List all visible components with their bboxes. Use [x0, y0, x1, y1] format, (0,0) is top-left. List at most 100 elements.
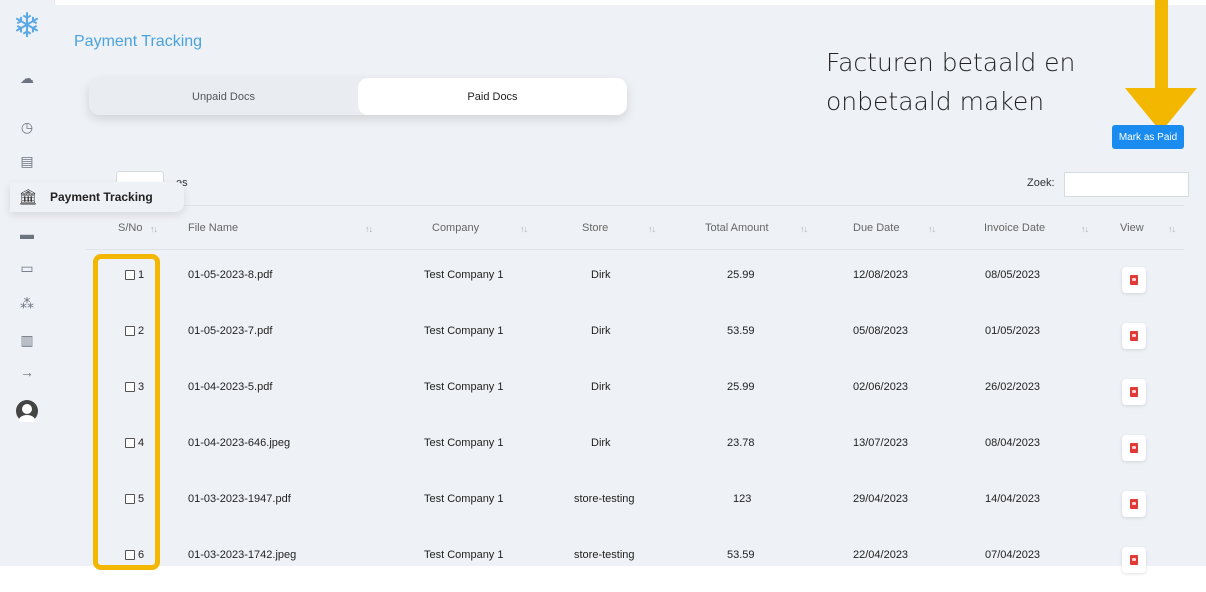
row-store: Dirk: [591, 381, 611, 393]
sort-icon[interactable]: ↑↓: [648, 224, 656, 234]
row-store: Dirk: [591, 437, 611, 449]
page-title: Payment Tracking: [74, 33, 203, 50]
main-content: Payment Tracking Unpaid Docs Paid Docs F…: [54, 0, 1206, 573]
table-row: 3 01-04-2023-5.pdf Test Company 1 Dirk 2…: [54, 368, 1206, 424]
sidebar-item-payment-tracking[interactable]: 🏛 Payment Tracking: [10, 182, 184, 212]
table-header-border: [86, 249, 1184, 250]
row-total-amount: 53.59: [727, 325, 755, 337]
row-sno: 1: [138, 269, 145, 281]
clock-icon[interactable]: ◷: [17, 117, 37, 137]
annotation-line: onbetaald maken: [826, 87, 1045, 116]
row-company: Test Company 1: [424, 493, 504, 505]
row-file-name: 01-03-2023-1742.jpeg: [188, 549, 297, 561]
row-sno: 4: [138, 437, 145, 449]
row-due-date: 02/06/2023: [853, 381, 909, 393]
row-company: Test Company 1: [424, 549, 504, 561]
tab-paid-docs[interactable]: Paid Docs: [358, 78, 627, 115]
annotation-line: Facturen betaald en: [826, 48, 1076, 77]
column-header-invoice-date[interactable]: Invoice Date: [984, 222, 1045, 234]
arrow-right-icon[interactable]: →: [17, 362, 37, 382]
column-header-sno[interactable]: S/No: [118, 222, 142, 234]
annotation-text: Facturen betaald en onbetaald maken: [826, 43, 1075, 121]
row-file-name: 01-04-2023-5.pdf: [188, 381, 273, 393]
document-icon[interactable]: ▤: [17, 151, 37, 171]
view-pdf-button[interactable]: [1122, 435, 1146, 461]
annotation-arrow: [1155, 0, 1168, 88]
table-row: 4 01-04-2023-646.jpeg Test Company 1 Dir…: [54, 424, 1206, 480]
column-header-view[interactable]: View: [1120, 222, 1144, 234]
view-pdf-button[interactable]: [1122, 323, 1146, 349]
row-invoice-date: 26/02/2023: [985, 381, 1041, 393]
sort-icon[interactable]: ↑↓: [800, 224, 808, 234]
view-pdf-button[interactable]: [1122, 267, 1146, 293]
column-header-due-date[interactable]: Due Date: [853, 222, 899, 234]
row-checkbox[interactable]: [125, 494, 135, 504]
sort-icon[interactable]: ↑↓: [928, 224, 936, 234]
search-label: Zoek:: [1027, 177, 1055, 189]
bank-icon: 🏛: [18, 189, 38, 206]
row-due-date: 29/04/2023: [853, 493, 909, 505]
row-total-amount: 123: [733, 493, 752, 505]
sort-icon[interactable]: ↑↓: [1081, 224, 1089, 234]
tabs: Unpaid Docs Paid Docs: [89, 78, 627, 115]
snowflake-icon[interactable]: ❄: [9, 8, 45, 44]
row-total-amount: 53.59: [727, 549, 755, 561]
view-pdf-button[interactable]: [1122, 547, 1146, 573]
pdf-icon: [1130, 499, 1138, 509]
table-row: 1 01-05-2023-8.pdf Test Company 1 Dirk 2…: [54, 256, 1206, 312]
search-input[interactable]: [1064, 172, 1189, 197]
book-icon[interactable]: ▬: [17, 224, 37, 244]
building-icon[interactable]: ▥: [17, 330, 37, 350]
users-icon[interactable]: ⁂: [17, 293, 37, 313]
row-sno: 6: [138, 549, 145, 561]
sidebar-item-label: Payment Tracking: [50, 190, 153, 204]
row-checkbox[interactable]: [125, 270, 135, 280]
table-row: 2 01-05-2023-7.pdf Test Company 1 Dirk 5…: [54, 312, 1206, 368]
view-pdf-button[interactable]: [1122, 379, 1146, 405]
pdf-icon: [1130, 555, 1138, 565]
sort-icon[interactable]: ↑↓: [520, 224, 528, 234]
row-total-amount: 25.99: [727, 269, 755, 281]
row-due-date: 22/04/2023: [853, 549, 909, 561]
row-total-amount: 23.78: [727, 437, 755, 449]
sort-icon[interactable]: ↑↓: [150, 224, 158, 234]
row-due-date: 12/08/2023: [853, 269, 909, 281]
row-company: Test Company 1: [424, 437, 504, 449]
table-top-border: [86, 205, 1184, 206]
row-invoice-date: 07/04/2023: [985, 549, 1041, 561]
view-pdf-button[interactable]: [1122, 491, 1146, 517]
row-store: Dirk: [591, 325, 611, 337]
cloud-upload-icon[interactable]: ☁: [17, 68, 37, 88]
sort-icon[interactable]: ↑↓: [1168, 224, 1176, 234]
row-invoice-date: 08/04/2023: [985, 437, 1041, 449]
row-company: Test Company 1: [424, 381, 504, 393]
store-icon[interactable]: ▭: [17, 258, 37, 278]
pdf-icon: [1130, 331, 1138, 341]
tab-unpaid-docs[interactable]: Unpaid Docs: [89, 78, 358, 115]
column-header-file-name[interactable]: File Name: [188, 222, 238, 234]
row-total-amount: 25.99: [727, 381, 755, 393]
row-checkbox[interactable]: [125, 550, 135, 560]
row-file-name: 01-03-2023-1947.pdf: [188, 493, 291, 505]
avatar-icon[interactable]: [16, 400, 38, 425]
row-file-name: 01-05-2023-8.pdf: [188, 269, 273, 281]
row-checkbox[interactable]: [125, 326, 135, 336]
row-invoice-date: 01/05/2023: [985, 325, 1041, 337]
pdf-icon: [1130, 387, 1138, 397]
row-sno: 2: [138, 325, 145, 337]
column-header-total-amount[interactable]: Total Amount: [705, 222, 769, 234]
row-store: store-testing: [574, 493, 635, 505]
row-due-date: 05/08/2023: [853, 325, 909, 337]
table-row: 6 01-03-2023-1742.jpeg Test Company 1 st…: [54, 536, 1206, 592]
row-company: Test Company 1: [424, 269, 504, 281]
row-file-name: 01-05-2023-7.pdf: [188, 325, 273, 337]
mark-as-paid-button[interactable]: Mark as Paid: [1112, 125, 1184, 149]
pdf-icon: [1130, 443, 1138, 453]
sort-icon[interactable]: ↑↓: [365, 224, 373, 234]
row-checkbox[interactable]: [125, 382, 135, 392]
row-due-date: 13/07/2023: [853, 437, 909, 449]
column-header-store[interactable]: Store: [582, 222, 608, 234]
row-invoice-date: 08/05/2023: [985, 269, 1041, 281]
column-header-company[interactable]: Company: [432, 222, 479, 234]
row-checkbox[interactable]: [125, 438, 135, 448]
